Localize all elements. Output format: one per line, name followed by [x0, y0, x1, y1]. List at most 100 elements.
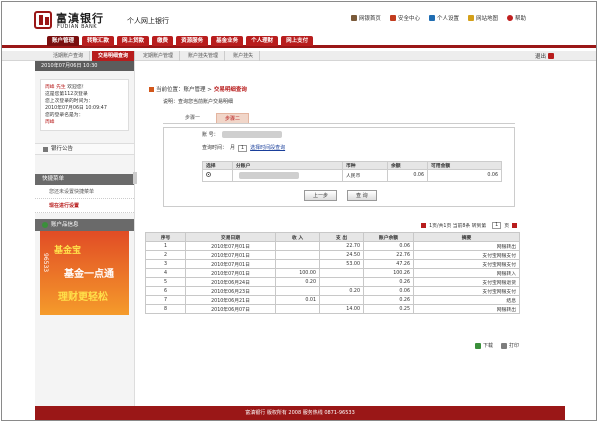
footer: 富滇银行 版权所有 2008 服务热线 0871-96533 [35, 406, 565, 420]
browser-frame: 富滇银行 FUDIAN BANK 个人网上银行 网银首页 安全中心 个人设置 网… [1, 1, 597, 421]
pager-go-icon[interactable] [512, 223, 517, 228]
txn-income [275, 286, 320, 296]
period-select[interactable]: 1 [238, 145, 248, 152]
account-radio[interactable] [206, 172, 211, 177]
sitemap-icon [467, 15, 474, 21]
table-row: 5 2010年06月24日 0.20 0.26 支付宝网银退货 [145, 277, 520, 287]
header: 富滇银行 FUDIAN BANK 个人网上银行 网银首页 安全中心 个人设置 网… [2, 2, 596, 36]
period-range-link[interactable]: 选择时间段查询 [250, 145, 285, 151]
download-icon [474, 342, 481, 349]
bank-notice-link[interactable]: 银行公告 [35, 143, 134, 155]
subnav-loss[interactable]: 账户挂失 [227, 51, 261, 61]
quick-menu-setup-link[interactable]: 现在进行设置 [35, 199, 134, 213]
txn-expense [319, 268, 364, 278]
welcome-line: 您上次登录的时间为： [45, 99, 93, 104]
top-link-home[interactable]: 网银首页 [350, 14, 381, 22]
home-icon [350, 15, 357, 21]
table-row: 4 2010年07月01日 100.00 100.26 网银转入 [145, 268, 520, 278]
nav-tab-account[interactable]: 账户管理 [47, 36, 80, 46]
top-links: 网银首页 安全中心 个人设置 网站地图 帮助 [350, 14, 526, 22]
txn-balance: 0.06 [363, 241, 414, 251]
account-row: 账 号： [202, 131, 282, 138]
txn-col-date: 交易日期 [185, 232, 276, 242]
welcome-box: 周峰 先生 欢迎您！ 这是您第112次登录 您上次登录的时间为： 2010年07… [40, 79, 129, 131]
page-note: 说明：查询您当前账户交易明细 [163, 99, 234, 105]
top-link-settings[interactable]: 个人设置 [428, 14, 459, 22]
logout-button[interactable]: 退出 [535, 52, 554, 60]
nav-tab-loan[interactable]: 网上贷款 [117, 36, 150, 46]
quick-menu-empty: 您还未设置快捷菜单 [35, 185, 134, 199]
txn-no: 8 [145, 304, 186, 314]
subnav-transactions[interactable]: 交易明细查询 [92, 51, 136, 61]
top-link-help[interactable]: 帮助 [506, 14, 526, 22]
promo-line1: 基金宝 [54, 246, 82, 256]
pager-text: 1页/共1页 当前8条 转到第 [429, 224, 487, 229]
promo-banner[interactable]: 96533 基金宝 基金一点通 理财更轻松 [40, 231, 129, 315]
welcome-line: 您的登录名是为： [45, 113, 84, 118]
acct-col-available: 可用金额 [427, 161, 502, 170]
welcome-line: 2010年07月06日 10:09:47 [45, 106, 107, 111]
subnav-deposit[interactable]: 定期账户管理 [137, 51, 181, 61]
txn-memo: 网银转出 [413, 304, 520, 314]
top-link-sitemap[interactable]: 网站地图 [467, 14, 498, 22]
txn-no: 5 [145, 277, 186, 287]
txn-memo: 支付宝网银支付 [413, 286, 520, 296]
txn-income [275, 241, 320, 251]
txn-balance: 100.26 [363, 268, 414, 278]
promo-icon [42, 222, 48, 228]
txn-no: 7 [145, 295, 186, 305]
nav-tab-payment[interactable]: 缴费 [152, 36, 174, 46]
query-button[interactable]: 查 询 [347, 190, 377, 201]
subnav-loss-manage[interactable]: 账户挂失管理 [182, 51, 226, 61]
nav-tab-transfer[interactable]: 转账汇款 [82, 36, 115, 46]
txn-income [275, 259, 320, 269]
print-button[interactable]: 打印 [500, 342, 519, 349]
acct-col-select: 选择 [202, 161, 233, 170]
txn-income: 0.01 [275, 295, 320, 305]
txn-date: 2010年06月07日 [185, 304, 276, 314]
period-row: 查询时间：月 1 选择时间段查询 [202, 145, 286, 152]
txn-balance: 47.26 [363, 259, 414, 269]
table-actions: 下载 打印 [474, 342, 519, 349]
step-two-tab[interactable]: 步骤二 [216, 113, 250, 123]
top-link-security[interactable]: 安全中心 [389, 14, 420, 22]
arrow-icon [149, 86, 154, 92]
account-table: 选择 分账户 币种 余额 可用金额 人民币 0.06 0.06 [202, 161, 502, 182]
subnav-balance[interactable]: 活期账户查询 [47, 51, 91, 61]
prev-step-button[interactable]: 上一步 [304, 190, 338, 201]
acct-available: 0.06 [427, 169, 502, 182]
shield-icon [389, 15, 396, 21]
nav-tab-funds[interactable]: 基金业务 [211, 36, 244, 46]
txn-date: 2010年07月01日 [185, 268, 276, 278]
pager-first-icon[interactable] [421, 223, 427, 228]
nav-tab-online-pay[interactable]: 网上支付 [281, 36, 314, 46]
txn-no: 4 [145, 268, 186, 278]
acct-col-balance: 余额 [387, 161, 428, 170]
promo-line2: 基金一点通 [64, 269, 114, 280]
sidebar-collapse-handle[interactable] [133, 172, 137, 184]
txn-income [275, 304, 320, 314]
download-button[interactable]: 下载 [474, 342, 493, 349]
sub-nav: 活期账户查询 交易明细查询 定期账户管理 账户挂失管理 账户挂失 退出 [2, 51, 596, 61]
masked-subaccount [239, 172, 299, 179]
table-row: 1 2010年07月01日 22.70 0.06 网银转出 [145, 241, 520, 251]
welcome-line: 周峰 [45, 120, 55, 125]
main-content: 当前位置：账户管理 > 交易明细查询 说明：查询您当前账户交易明细 步骤一 步骤… [139, 61, 524, 406]
txn-no: 3 [145, 259, 186, 269]
txn-memo: 结息 [413, 295, 520, 305]
account-query-box: 账 号： 查询时间：月 1 选择时间段查询 选择 分账户 币种 余额 可用金额 人民… [163, 127, 515, 207]
step-one-tab[interactable]: 步骤一 [177, 113, 208, 123]
nav-tab-services[interactable]: 资源服务 [176, 36, 209, 46]
txn-expense: 22.70 [319, 241, 364, 251]
txn-memo: 支付宝网银支付 [413, 259, 520, 269]
table-row: 7 2010年06月21日 0.01 0.26 结息 [145, 295, 520, 305]
acct-balance: 0.06 [387, 169, 428, 182]
txn-balance: 0.26 [363, 295, 414, 305]
pager-page-input[interactable]: 1 [492, 222, 502, 229]
step-tabs: 步骤一 步骤二 [163, 113, 515, 124]
txn-no: 1 [145, 241, 186, 251]
logout-icon [548, 53, 554, 59]
nav-tab-finance[interactable]: 个人理财 [246, 36, 279, 46]
printer-icon [500, 342, 507, 349]
txn-income: 0.20 [275, 277, 320, 287]
